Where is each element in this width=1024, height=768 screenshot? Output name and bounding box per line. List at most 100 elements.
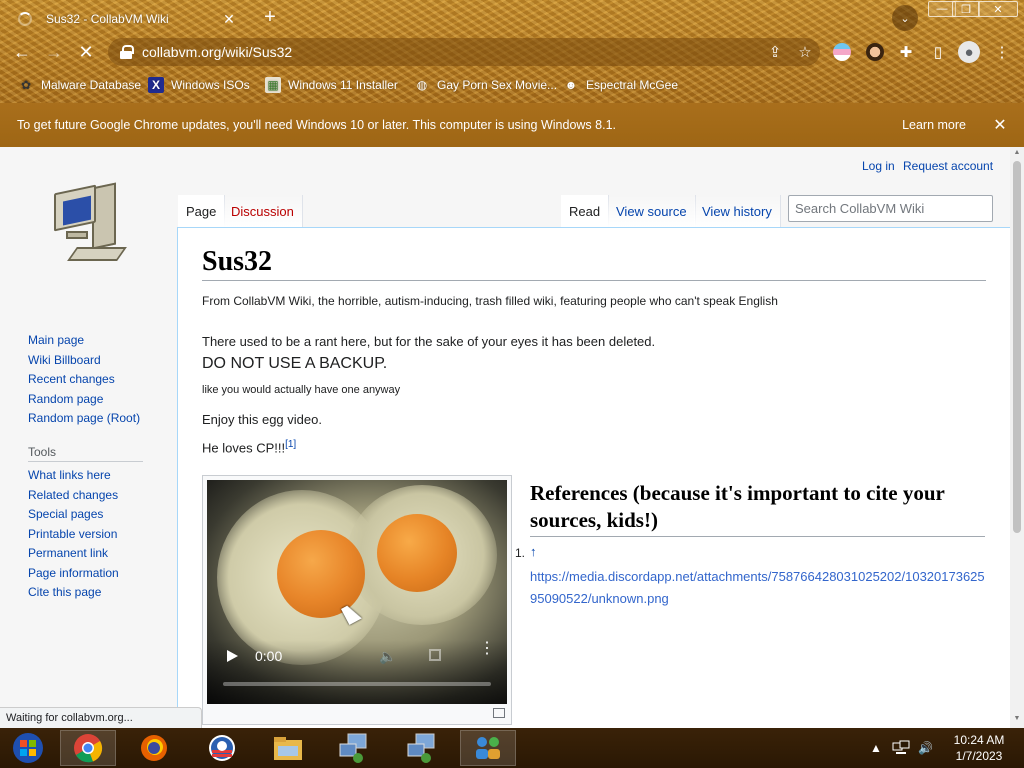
tab-view-history-label: View history: [702, 204, 772, 219]
reference-link[interactable]: [1]: [285, 439, 296, 450]
sidebar-item-main-page[interactable]: Main page: [28, 331, 178, 351]
stop-loading-button[interactable]: ✕: [74, 40, 98, 64]
lock-icon[interactable]: [120, 45, 134, 59]
taskbar-file-explorer[interactable]: [260, 730, 316, 766]
egg-video[interactable]: 0:00 🔈 ⋮: [207, 480, 507, 704]
taskbar-network-app-1[interactable]: [326, 730, 382, 766]
avatar-icon: ☻: [564, 78, 578, 92]
sidebar-item-what-links-here[interactable]: What links here: [28, 466, 178, 486]
address-bar[interactable]: collabvm.org/wiki/Sus32 ⇪ ☆: [108, 38, 820, 66]
reference-number: 1.: [515, 546, 526, 560]
tab-discussion[interactable]: Discussion: [223, 195, 303, 227]
scroll-up-arrow[interactable]: ▲: [1013, 149, 1021, 156]
fullscreen-icon[interactable]: [429, 649, 441, 661]
start-button[interactable]: [0, 730, 56, 766]
volume-tray-icon[interactable]: 🔊: [918, 728, 933, 768]
enlarge-icon[interactable]: [493, 708, 505, 718]
video-options-icon[interactable]: ⋮: [479, 641, 495, 657]
profile-icon[interactable]: ●: [958, 41, 980, 63]
paragraph-rant: There used to be a rant here, but for th…: [202, 334, 656, 349]
request-account-link[interactable]: Request account: [903, 159, 993, 173]
paragraph-small: like you would actually have one anyway: [202, 384, 401, 396]
bookmark-malware-database[interactable]: ✿ Malware Database: [18, 74, 141, 96]
restore-button[interactable]: ❐: [952, 1, 980, 17]
people-network-icon: [476, 737, 500, 759]
menu-kebab-icon[interactable]: ⋮: [990, 40, 1014, 64]
network-computer-icon: [339, 733, 367, 763]
extension-flag-icon[interactable]: [833, 43, 851, 61]
bookmark-espectral-mcgee[interactable]: ☻ Espectral McGee: [563, 74, 678, 96]
bookmark-gay-porn[interactable]: ◍ Gay Porn Sex Movie...: [414, 74, 557, 96]
firefox-icon: [141, 735, 167, 761]
volume-icon[interactable]: 🔈: [379, 648, 396, 665]
learn-more-link[interactable]: Learn more: [902, 118, 966, 132]
video-thumbnail: 0:00 🔈 ⋮: [202, 475, 512, 725]
tab-view-history[interactable]: View history: [694, 195, 781, 227]
scrollbar-thumb[interactable]: [1013, 161, 1021, 533]
side-panel-icon[interactable]: ▯: [926, 40, 950, 64]
reference-backlink[interactable]: ↑: [530, 544, 537, 559]
sidebar-item-cite-this-page[interactable]: Cite this page: [28, 583, 178, 603]
logo-monitor: [54, 184, 96, 232]
new-tab-button[interactable]: +: [258, 6, 282, 29]
logo-stand: [66, 231, 88, 239]
page-scrollbar[interactable]: ▲ ▼: [1010, 147, 1024, 728]
taskbar-firefox[interactable]: [126, 730, 182, 766]
taskbar-network-app-2[interactable]: [394, 730, 450, 766]
forward-button[interactable]: →: [42, 40, 66, 64]
system-clock[interactable]: 10:24 AM 1/7/2023: [944, 732, 1014, 764]
extension-avatar-icon[interactable]: [866, 43, 884, 61]
tab-page[interactable]: Page: [178, 195, 226, 227]
tab-view-source[interactable]: View source: [608, 195, 696, 227]
infobar-message: To get future Google Chrome updates, you…: [17, 118, 616, 132]
bookmark-label: Espectral McGee: [586, 78, 679, 92]
taskbar-obama[interactable]: [194, 730, 250, 766]
sidebar-item-recent-changes[interactable]: Recent changes: [28, 370, 178, 390]
close-window-button[interactable]: ✕: [978, 1, 1018, 17]
sidebar-item-permanent-link[interactable]: Permanent link: [28, 544, 178, 564]
update-infobar: To get future Google Chrome updates, you…: [0, 103, 1024, 147]
network-computer-icon: [407, 733, 435, 763]
sidebar-item-related-changes[interactable]: Related changes: [28, 486, 178, 506]
content-area: Sus32 From CollabVM Wiki, the horrible, …: [177, 227, 1010, 728]
page-icon: ▦: [265, 77, 281, 93]
bookmark-star-icon[interactable]: ☆: [790, 43, 820, 61]
browser-tab[interactable]: Sus32 - CollabVM Wiki ✕: [8, 4, 248, 34]
tab-read[interactable]: Read: [561, 195, 610, 227]
sidebar-item-random-page[interactable]: Random page: [28, 390, 178, 410]
sidebar-item-wiki-billboard[interactable]: Wiki Billboard: [28, 351, 178, 371]
close-tab-icon[interactable]: ✕: [220, 11, 238, 28]
play-icon[interactable]: [227, 650, 238, 662]
clock-time: 10:24 AM: [953, 733, 1005, 747]
sidebar-item-random-page-root[interactable]: Random page (Root): [28, 409, 178, 429]
network-icon[interactable]: [892, 728, 910, 768]
search-input[interactable]: Search CollabVM Wiki: [788, 195, 993, 222]
extensions-puzzle-icon[interactable]: ✚: [894, 40, 918, 64]
video-controls: [207, 640, 507, 704]
sidebar-item-printable-version[interactable]: Printable version: [28, 525, 178, 545]
reference-url-link[interactable]: https://media.discordapp.net/attachments…: [530, 566, 990, 610]
sidebar-item-special-pages[interactable]: Special pages: [28, 505, 178, 525]
sidebar-item-page-information[interactable]: Page information: [28, 564, 178, 584]
bookmark-windows-isos[interactable]: X Windows ISOs: [148, 74, 250, 96]
chrome-icon: [74, 734, 103, 763]
bookmark-globe-icon: ◍: [416, 78, 428, 92]
video-progress-bar[interactable]: [223, 682, 491, 686]
share-icon[interactable]: ⇪: [760, 43, 790, 61]
paragraph-warning: DO NOT USE A BACKUP.: [202, 355, 388, 372]
tab-search-button[interactable]: ⌄: [892, 5, 918, 31]
scroll-down-arrow[interactable]: ▼: [1013, 715, 1021, 722]
bookmark-label: Gay Porn Sex Movie...: [437, 78, 558, 92]
bookmark-windows-11-installer[interactable]: ▦ Windows 11 Installer: [265, 74, 398, 96]
wiki-logo[interactable]: [52, 182, 127, 269]
x-logo-icon: X: [148, 77, 164, 93]
bookmark-label: Malware Database: [41, 78, 142, 92]
taskbar-remote-desktop[interactable]: [460, 730, 516, 766]
page-title: Sus32: [202, 246, 986, 281]
site-subtitle: From CollabVM Wiki, the horrible, autism…: [202, 294, 778, 308]
taskbar-chrome[interactable]: [60, 730, 116, 766]
show-hidden-icons[interactable]: ▲: [870, 728, 882, 768]
login-link[interactable]: Log in: [862, 159, 895, 173]
back-button[interactable]: ←: [10, 40, 34, 64]
close-infobar-icon[interactable]: ✕: [990, 115, 1010, 135]
